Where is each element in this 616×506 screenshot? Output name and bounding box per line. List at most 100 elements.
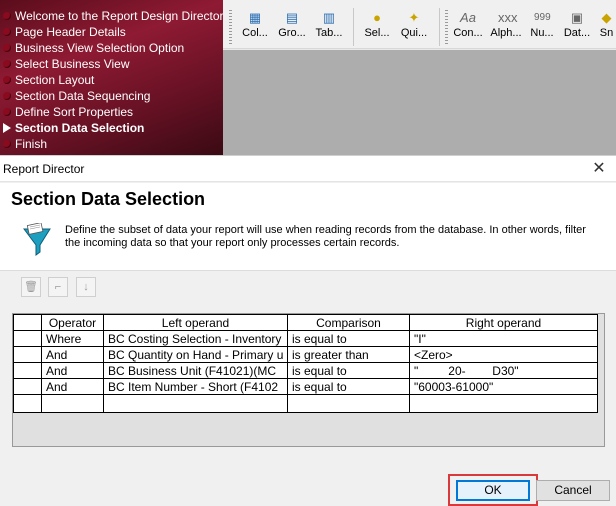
toolbar-button-column[interactable]: ▦ Col...	[238, 10, 272, 46]
toolbar-button-date[interactable]: ▣ Dat...	[561, 10, 593, 46]
design-workspace	[223, 50, 616, 155]
cancel-button[interactable]: Cancel	[536, 480, 610, 501]
toolbar-button-label: Alph...	[490, 27, 522, 39]
operator-cell[interactable]: And	[41, 362, 104, 379]
table-row-new[interactable]	[13, 394, 598, 413]
numeric-icon: 999	[534, 12, 551, 23]
nav-step-label: Select Business View	[15, 57, 130, 71]
left-operand-cell[interactable]: BC Quantity on Hand - Primary u	[103, 346, 288, 363]
left-operand-cell[interactable]	[103, 394, 288, 413]
nav-step-label: Define Sort Properties	[15, 105, 134, 119]
comparison-cell[interactable]: is equal to	[287, 362, 410, 379]
toolbar-grip[interactable]	[229, 10, 232, 44]
right-operand-cell[interactable]: "60003-61000"	[409, 378, 598, 395]
nav-step-sort-properties[interactable]: Define Sort Properties	[0, 104, 223, 120]
column-header-comparison[interactable]: Comparison	[287, 314, 410, 331]
table-row[interactable]: And BC Item Number - Short (F4102 is equ…	[13, 378, 598, 395]
table-header-row: Operator Left operand Comparison Right o…	[13, 314, 598, 331]
alpha-icon: xxx	[498, 10, 518, 25]
table-row[interactable]: And BC Quantity on Hand - Primary u is g…	[13, 346, 598, 363]
date-icon: ▣	[570, 10, 584, 25]
nav-step-data-sequencing[interactable]: Section Data Sequencing	[0, 88, 223, 104]
toolbar-button-selection[interactable]: ● Sel...	[360, 10, 394, 46]
right-operand-cell[interactable]: <Zero>	[409, 346, 598, 363]
left-operand-cell[interactable]: BC Business Unit (F41021)(MC	[103, 362, 288, 379]
report-toolbar: ▦ Col... ▤ Gro... ▥ Tab... ● Sel... ✦ Qu…	[223, 0, 616, 155]
row-selector[interactable]	[13, 378, 42, 395]
toolbar-button-group[interactable]: ▤ Gro...	[275, 10, 309, 46]
column-header-operator[interactable]: Operator	[41, 314, 104, 331]
close-icon[interactable]: ✕	[588, 158, 610, 180]
operator-cell[interactable]	[41, 394, 104, 413]
right-operand-cell[interactable]: "I"	[409, 330, 598, 347]
nav-step-label: Section Data Selection	[15, 121, 145, 135]
right-operand-cell[interactable]: " 20- D30"	[409, 362, 598, 379]
toolbar-separator	[353, 8, 354, 46]
step-bullet-icon	[3, 76, 11, 84]
toolbar-button-snap[interactable]: ◆ Sn	[597, 10, 616, 46]
funnel-icon	[23, 223, 51, 256]
dialog-header: Section Data Selection Define the subset…	[0, 183, 616, 271]
row-selector[interactable]	[13, 394, 42, 413]
column-header-left-operand[interactable]: Left operand	[103, 314, 288, 331]
selection-icon: ●	[373, 10, 381, 25]
toolbar-button-numeric[interactable]: 999 Nu...	[527, 10, 557, 46]
nav-step-label: Page Header Details	[15, 25, 126, 39]
snap-icon: ◆	[601, 10, 612, 25]
operator-cell[interactable]: Where	[41, 330, 104, 347]
toolbar-button-tabular[interactable]: ▥ Tab...	[312, 10, 346, 46]
step-bullet-icon	[3, 108, 11, 116]
comparison-cell[interactable]	[287, 394, 410, 413]
description-text: Define the subset of data your report wi…	[65, 224, 586, 249]
nav-step-label: Business View Selection Option	[15, 41, 185, 55]
toolbar-button-label: Dat...	[563, 27, 591, 39]
toolbar-button-label: Nu...	[530, 27, 554, 39]
left-operand-cell[interactable]: BC Costing Selection - Inventory	[103, 330, 288, 347]
comparison-cell[interactable]: is equal to	[287, 378, 410, 395]
table-row[interactable]: And BC Business Unit (F41021)(MC is equa…	[13, 362, 598, 379]
nav-step-select-business-view[interactable]: Select Business View	[0, 56, 223, 72]
quick-icon: ✦	[408, 10, 420, 25]
toolbar-button-label: Qui...	[400, 27, 428, 39]
column-header-right-operand[interactable]: Right operand	[409, 314, 598, 331]
toolbar-button-constant[interactable]: Aa Con...	[451, 10, 485, 46]
left-operand-cell[interactable]: BC Item Number - Short (F4102	[103, 378, 288, 395]
operator-cell[interactable]: And	[41, 346, 104, 363]
comparison-cell[interactable]: is equal to	[287, 330, 410, 347]
table-row[interactable]: Where BC Costing Selection - Inventory i…	[13, 330, 598, 347]
insert-row-icon[interactable]: ⌐	[48, 277, 68, 297]
page-title: Section Data Selection	[11, 189, 206, 209]
nav-step-business-view-option[interactable]: Business View Selection Option	[0, 40, 223, 56]
director-step-panel: Welcome to the Report Design Director Pa…	[0, 0, 223, 155]
report-director-dialog: Report Director ✕ Section Data Selection…	[0, 155, 616, 506]
step-bullet-icon	[3, 28, 11, 36]
toolbar-strip: ▦ Col... ▤ Gro... ▥ Tab... ● Sel... ✦ Qu…	[223, 0, 616, 49]
toolbar-button-label: Sn	[599, 27, 614, 39]
toolbar-grip[interactable]	[445, 10, 448, 44]
operator-cell[interactable]: And	[41, 378, 104, 395]
toolbar-button-label: Col...	[242, 27, 268, 39]
move-row-icon[interactable]: ↓	[76, 277, 96, 297]
toolbar-button-label: Gro...	[278, 27, 306, 39]
nav-step-section-layout[interactable]: Section Layout	[0, 72, 223, 88]
nav-step-welcome[interactable]: Welcome to the Report Design Director	[0, 8, 223, 24]
row-selector[interactable]	[13, 330, 42, 347]
toolbar-button-label: Tab...	[315, 27, 343, 39]
nav-step-label: Welcome to the Report Design Director	[15, 9, 223, 23]
row-selector[interactable]	[13, 346, 42, 363]
toolbar-button-label: Sel...	[364, 27, 390, 39]
nav-step-page-header[interactable]: Page Header Details	[0, 24, 223, 40]
delete-icon[interactable]: 🗑	[21, 277, 41, 297]
nav-step-finish[interactable]: Finish	[0, 136, 223, 152]
ok-button[interactable]: OK	[456, 480, 530, 501]
constant-icon: Aa	[460, 10, 476, 25]
right-operand-cell[interactable]	[409, 394, 598, 413]
toolbar-button-quick[interactable]: ✦ Qui...	[397, 10, 431, 46]
dialog-titlebar[interactable]: Report Director ✕	[0, 156, 616, 182]
toolbar-button-alpha[interactable]: xxx Alph...	[488, 10, 524, 46]
selection-table: Operator Left operand Comparison Right o…	[13, 314, 598, 413]
current-step-arrow-icon	[3, 123, 11, 133]
row-selector[interactable]	[13, 362, 42, 379]
nav-step-data-selection[interactable]: Section Data Selection	[0, 120, 223, 136]
comparison-cell[interactable]: is greater than	[287, 346, 410, 363]
